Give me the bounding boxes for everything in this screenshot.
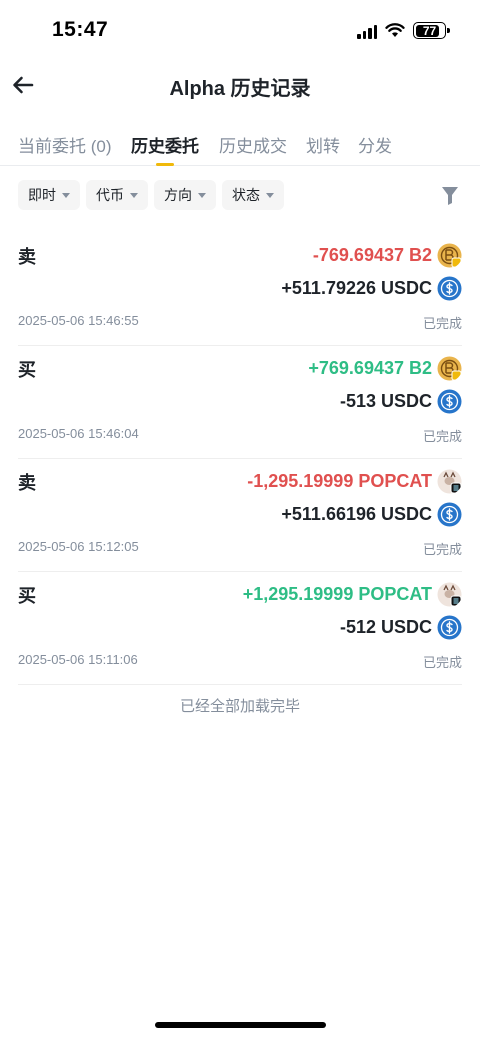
filter-direction-label: 方向	[164, 187, 192, 203]
filter-token[interactable]: 代币	[86, 180, 148, 210]
usdc-token-icon	[437, 276, 462, 301]
popcat-token-icon	[437, 582, 462, 607]
filter-bar: 即时 代币 方向 状态	[18, 180, 284, 210]
b2-token-icon	[437, 356, 462, 381]
order-time: 2025-05-06 15:11:06	[18, 652, 138, 667]
battery-level: 77	[422, 23, 437, 38]
status-time: 15:47	[52, 18, 109, 41]
order-token-amount: -769.69437 B2	[312, 245, 432, 265]
order-status: 已完成	[422, 655, 462, 670]
tab-distribution[interactable]: 分发	[358, 132, 392, 157]
caret-down-icon	[266, 192, 274, 198]
usdc-token-icon	[437, 615, 462, 640]
order-row[interactable]: 卖 -1,295.19999 POPCAT +511.66196 USDC 20…	[18, 459, 462, 572]
caret-down-icon	[198, 192, 206, 198]
filter-status[interactable]: 状态	[222, 180, 284, 210]
order-quote-amount: -512 USDC	[339, 617, 432, 637]
order-token-amount: -1,295.19999 POPCAT	[247, 471, 432, 491]
end-of-list-text: 已经全部加载完毕	[179, 698, 300, 715]
status-icons: 77	[357, 22, 450, 39]
page-title: Alpha 历史记录	[169, 78, 311, 100]
caret-down-icon	[62, 192, 70, 198]
filter-direction[interactable]: 方向	[154, 180, 216, 210]
order-status: 已完成	[422, 429, 462, 444]
order-row[interactable]: 买 +769.69437 B2 -513 USDC 2025-05-06 15:…	[18, 346, 462, 459]
order-status: 已完成	[422, 542, 462, 557]
order-side: 买	[18, 360, 36, 380]
order-quote-amount: +511.66196 USDC	[281, 504, 432, 524]
order-token-amount: +769.69437 B2	[308, 358, 432, 378]
filter-time-label: 即时	[28, 187, 56, 203]
tab-open-orders[interactable]: 当前委托 (0)	[18, 132, 112, 157]
tab-trade-history[interactable]: 历史成交	[219, 132, 287, 157]
filter-token-label: 代币	[96, 187, 124, 203]
order-token-amount: +1,295.19999 POPCAT	[242, 584, 432, 604]
tab-bar: 当前委托 (0) 历史委托 历史成交 划转 分发	[0, 128, 480, 166]
b2-token-icon	[437, 243, 462, 268]
order-time: 2025-05-06 15:12:05	[18, 539, 139, 554]
order-side: 买	[18, 586, 36, 606]
home-indicator[interactable]	[155, 1022, 326, 1028]
order-row[interactable]: 买 +1,295.19999 POPCAT -512 USDC 2025-05-…	[18, 572, 462, 685]
usdc-token-icon	[437, 389, 462, 414]
order-quote-amount: +511.79226 USDC	[281, 278, 432, 298]
order-time: 2025-05-06 15:46:04	[18, 426, 139, 441]
usdc-token-icon	[437, 502, 462, 527]
filter-status-label: 状态	[232, 187, 260, 203]
active-tab-indicator	[156, 163, 174, 166]
tab-order-history-label: 历史委托	[131, 137, 199, 156]
tab-order-history[interactable]: 历史委托	[131, 132, 199, 166]
page-header: Alpha 历史记录	[0, 62, 480, 110]
popcat-token-icon	[437, 469, 462, 494]
status-bar: 15:47 77	[0, 0, 480, 62]
battery-icon: 77	[413, 22, 450, 39]
tab-transfer[interactable]: 划转	[306, 132, 340, 157]
filter-time[interactable]: 即时	[18, 180, 80, 210]
order-row[interactable]: 卖 -769.69437 B2 +511.79226 USDC 2025-05-…	[18, 233, 462, 346]
order-time: 2025-05-06 15:46:55	[18, 313, 139, 328]
order-quote-amount: -513 USDC	[339, 391, 432, 411]
caret-down-icon	[130, 192, 138, 198]
cellular-signal-icon	[357, 23, 377, 39]
order-status: 已完成	[422, 316, 462, 331]
wifi-icon	[385, 23, 405, 37]
order-side: 卖	[18, 473, 36, 493]
funnel-icon[interactable]	[441, 186, 459, 206]
order-side: 卖	[18, 247, 36, 267]
